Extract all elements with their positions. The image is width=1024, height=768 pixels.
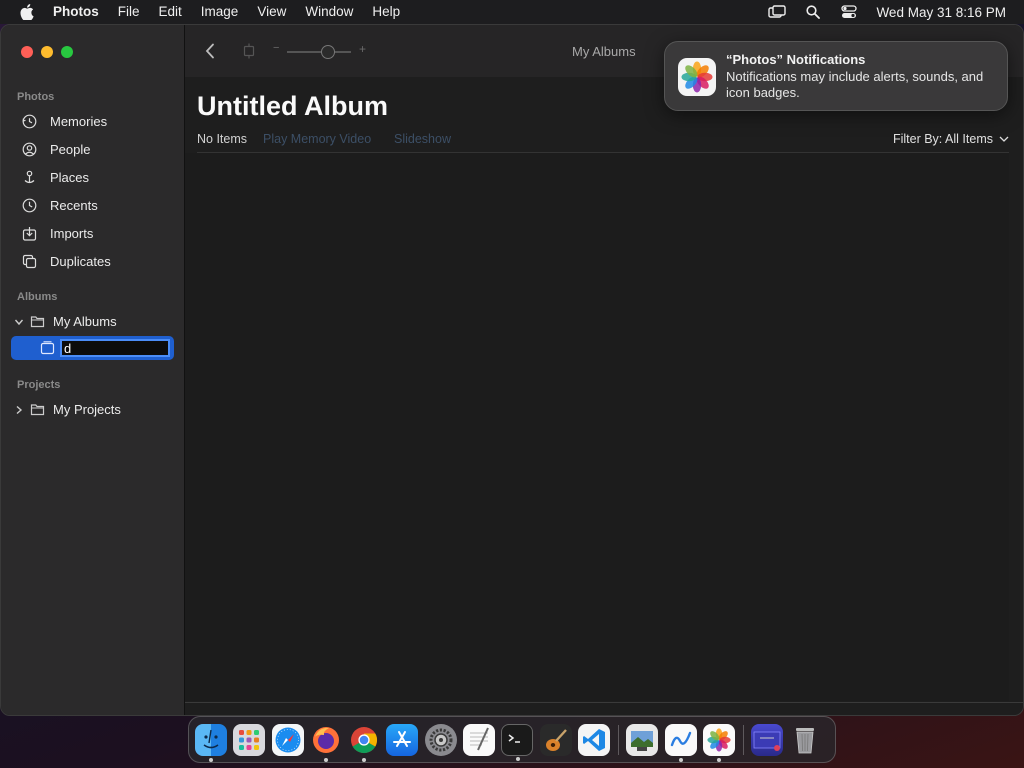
sidebar-item-label: My Albums (53, 313, 117, 329)
minimize-window-button[interactable] (41, 46, 53, 58)
zoom-in-label[interactable]: + (359, 42, 366, 56)
notification-body: Notifications may include alerts, sounds… (726, 69, 984, 100)
app-menu-photos[interactable]: Photos (53, 0, 99, 24)
menu-image[interactable]: Image (201, 0, 239, 24)
menu-window[interactable]: Window (305, 0, 353, 24)
firefox-icon[interactable] (310, 724, 342, 762)
menu-bar: Photos File Edit Image View Window Help … (0, 0, 1024, 24)
garageband-icon[interactable] (539, 723, 572, 756)
sidebar-item-label: Duplicates (50, 253, 111, 269)
photos-dock-icon[interactable] (702, 723, 735, 762)
album-title[interactable]: Untitled Album (197, 91, 388, 122)
menu-file[interactable]: File (118, 0, 140, 24)
albums-section-heading: Albums (17, 291, 58, 303)
folder-icon (29, 313, 45, 329)
sidebar-item-label: Places (50, 169, 90, 185)
play-memory-video-link: Play Memory Video (263, 132, 372, 146)
sidebar: Photos Memories People Places Recents Im… (1, 25, 185, 715)
bottom-divider (185, 702, 1023, 703)
chevron-down-icon (999, 132, 1009, 146)
finder-icon[interactable] (195, 723, 227, 762)
chrome-icon[interactable] (348, 724, 380, 762)
album-icon (40, 340, 56, 356)
spotlight-search-icon[interactable] (804, 4, 822, 20)
sidebar-item-people[interactable]: People (21, 138, 90, 160)
control-center-icon[interactable] (840, 4, 858, 20)
album-name-input[interactable] (60, 339, 170, 357)
zoom-slider-track[interactable] (287, 51, 351, 53)
screenshot-thumbnail-icon[interactable] (751, 723, 784, 756)
running-indicator (716, 757, 721, 762)
preview-icon[interactable] (626, 723, 659, 756)
zoom-slider-knob[interactable] (321, 45, 335, 59)
recents-clock-icon (21, 197, 37, 213)
sidebar-item-label: People (50, 141, 91, 157)
safari-icon[interactable] (271, 723, 304, 756)
system-settings-icon[interactable] (424, 723, 457, 756)
imports-icon (21, 225, 37, 241)
running-indicator (209, 757, 213, 762)
app-store-icon[interactable] (386, 723, 419, 756)
fit-view-icon[interactable] (241, 43, 257, 59)
back-button[interactable] (203, 42, 217, 60)
screen-mirroring-icon[interactable] (768, 4, 787, 20)
memories-icon (21, 113, 37, 129)
folder-icon (29, 401, 45, 417)
window-controls (21, 46, 73, 58)
sidebar-item-my-albums[interactable]: My Albums (29, 310, 117, 332)
launchpad-icon[interactable] (233, 723, 266, 756)
freeform-icon[interactable] (664, 723, 697, 762)
photo-grid-empty[interactable] (185, 153, 1009, 701)
running-indicator (323, 757, 328, 762)
sidebar-item-my-projects[interactable]: My Projects (29, 398, 121, 420)
notification-title: “Photos” Notifications (726, 52, 866, 67)
toolbar-breadcrumb: My Albums (572, 44, 636, 59)
main-content: − + My Albums Untitled Album No Items Pl… (185, 25, 1023, 715)
duplicates-icon (21, 253, 37, 269)
running-indicator (362, 757, 367, 762)
projects-section-heading: Projects (17, 379, 61, 391)
menu-edit[interactable]: Edit (159, 0, 182, 24)
vscode-icon[interactable] (577, 723, 610, 756)
places-pin-icon (21, 169, 37, 185)
sidebar-item-places[interactable]: Places (21, 166, 89, 188)
filter-label: Filter By: All Items (892, 132, 993, 146)
terminal-icon[interactable] (501, 723, 534, 761)
filter-dropdown[interactable]: Filter By: All Items (893, 132, 1009, 146)
sidebar-item-label: Recents (50, 197, 98, 213)
people-icon (21, 141, 37, 157)
photos-app-icon (678, 58, 716, 96)
menu-view[interactable]: View (257, 0, 286, 24)
menubar-clock[interactable]: Wed May 31 8:16 PM (876, 5, 1006, 20)
sidebar-item-label: My Projects (53, 401, 121, 417)
dock-separator (743, 724, 745, 755)
sidebar-item-new-album-selected[interactable] (11, 336, 174, 360)
sidebar-item-label: Memories (50, 113, 108, 129)
apple-menu-icon[interactable] (18, 0, 36, 24)
running-indicator (516, 756, 521, 761)
sidebar-item-imports[interactable]: Imports (21, 222, 93, 244)
item-count: No Items (197, 132, 248, 146)
zoom-window-button[interactable] (61, 46, 73, 58)
sidebar-item-duplicates[interactable]: Duplicates (21, 250, 111, 272)
chevron-down-icon[interactable] (14, 317, 24, 327)
dock (188, 716, 836, 763)
photos-section-heading: Photos (17, 91, 55, 103)
menu-help[interactable]: Help (372, 0, 400, 24)
close-window-button[interactable] (21, 46, 33, 58)
zoom-out-label[interactable]: − (273, 42, 279, 54)
chevron-right-icon[interactable] (14, 405, 24, 415)
sidebar-item-memories[interactable]: Memories (21, 110, 107, 132)
dock-separator (618, 724, 620, 755)
running-indicator (678, 757, 683, 762)
notification-banner[interactable]: “Photos” Notifications Notifications may… (664, 41, 1008, 111)
trash-icon[interactable] (789, 724, 821, 756)
slideshow-link: Slideshow (394, 132, 451, 146)
sidebar-item-recents[interactable]: Recents (21, 194, 98, 216)
sidebar-item-label: Imports (50, 225, 94, 241)
textedit-icon[interactable] (463, 723, 496, 756)
photos-window: Photos Memories People Places Recents Im… (0, 24, 1024, 716)
